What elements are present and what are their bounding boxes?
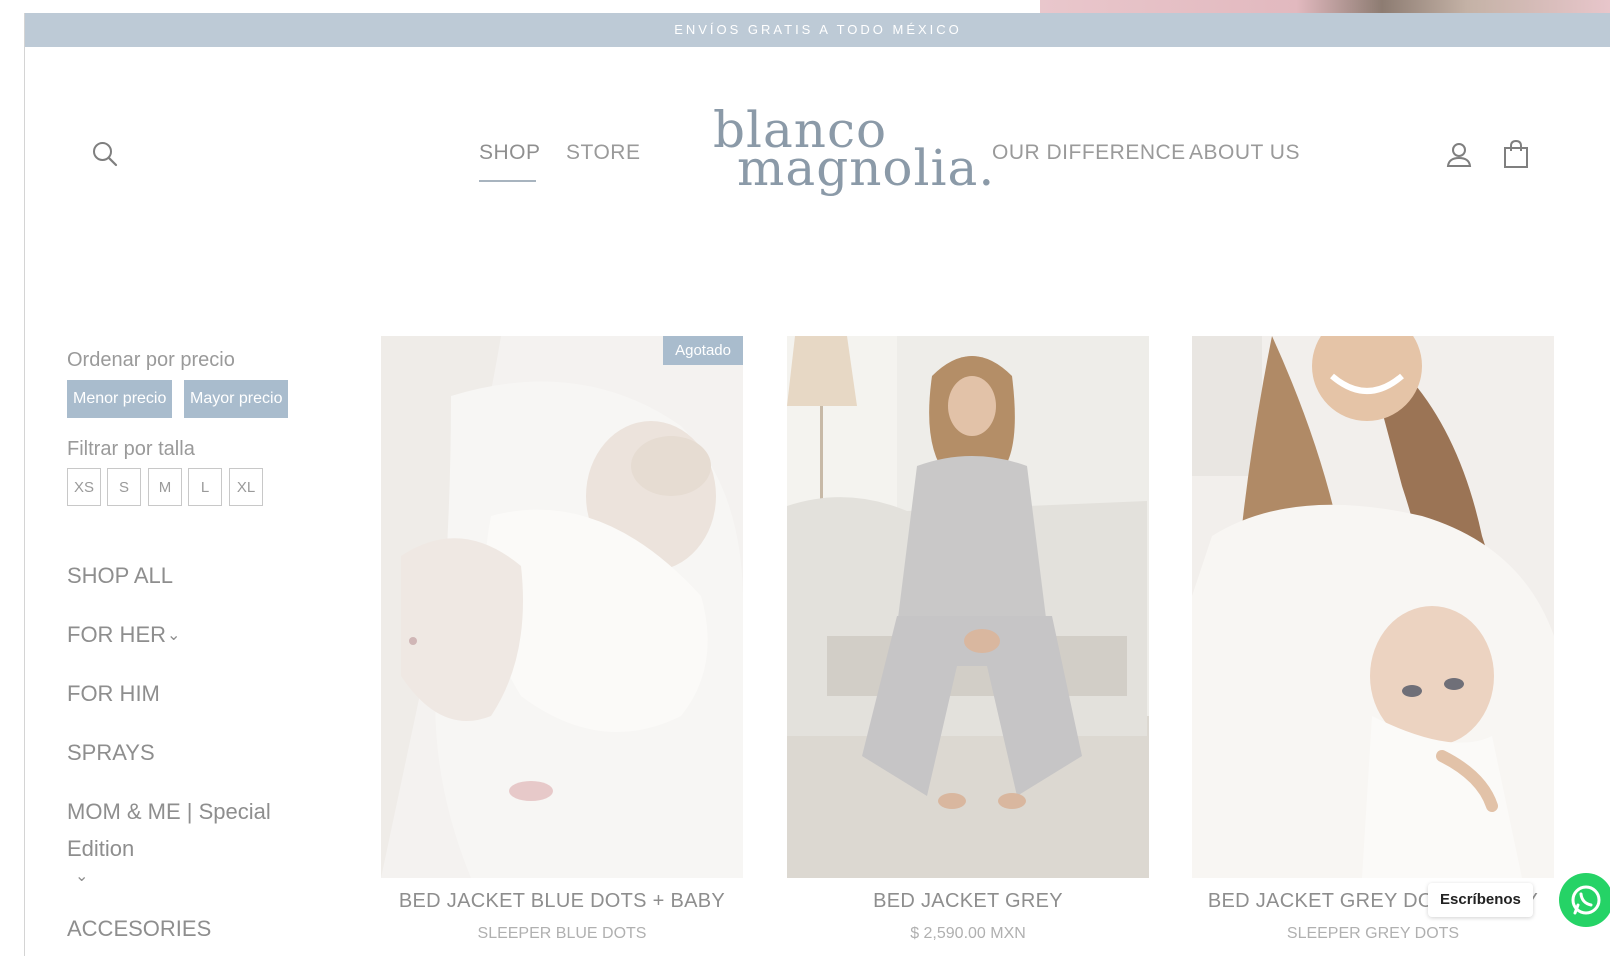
product-card-image-1[interactable]: Agotado bbox=[381, 336, 743, 878]
product-subtitle-1: SLEEPER BLUE DOTS bbox=[477, 925, 647, 942]
nav-store[interactable]: STORE bbox=[566, 141, 640, 165]
browser-page: ENVÍOS GRATIS A TODO MÉXICO SHOP STORE b… bbox=[24, 13, 1610, 956]
category-shop-all[interactable]: SHOP ALL bbox=[67, 563, 173, 589]
category-mom-and-me-line-2[interactable]: Edition bbox=[67, 836, 134, 862]
product-title-1[interactable]: BED JACKET BLUE DOTS + BABY bbox=[381, 890, 743, 913]
nav-about-us[interactable]: ABOUT US bbox=[1189, 141, 1300, 165]
product-photo-mother-baby-blue bbox=[381, 336, 743, 878]
size-m-button[interactable]: M bbox=[148, 468, 182, 506]
account-icon[interactable] bbox=[1445, 141, 1473, 169]
size-filter-label: Filtrar por talla bbox=[67, 438, 195, 460]
category-mom-and-me[interactable]: MOM & ME | Special bbox=[67, 799, 271, 825]
nav-our-difference[interactable]: OUR DIFFERENCE bbox=[992, 141, 1186, 165]
product-title-2[interactable]: BED JACKET GREY bbox=[787, 890, 1149, 913]
product-subtitle-3: SLEEPER GREY DOTS bbox=[1286, 925, 1460, 942]
sold-out-badge: Agotado bbox=[663, 336, 743, 365]
nav-shop[interactable]: SHOP bbox=[479, 141, 541, 165]
chevron-down-icon[interactable]: ⌄ bbox=[75, 866, 88, 886]
chat-prompt-bubble[interactable]: Escríbenos bbox=[1428, 883, 1533, 917]
sort-high-price-button[interactable]: Mayor precio bbox=[184, 380, 289, 418]
product-card-image-2[interactable] bbox=[787, 336, 1149, 878]
category-for-him[interactable]: FOR HIM bbox=[67, 681, 160, 707]
product-card-image-3[interactable] bbox=[1192, 336, 1554, 878]
whatsapp-button[interactable] bbox=[1559, 873, 1610, 927]
size-xs-button[interactable]: XS bbox=[67, 468, 101, 506]
background-window-peek bbox=[1040, 0, 1610, 13]
size-xl-button[interactable]: XL bbox=[229, 468, 263, 506]
search-icon[interactable] bbox=[91, 140, 119, 168]
announcement-bar: ENVÍOS GRATIS A TODO MÉXICO bbox=[25, 13, 1610, 47]
category-sprays[interactable]: SPRAYS bbox=[67, 740, 155, 766]
size-s-button[interactable]: S bbox=[107, 468, 141, 506]
category-for-her[interactable]: FOR HER bbox=[67, 622, 166, 648]
whatsapp-icon bbox=[1571, 885, 1601, 915]
category-accesories[interactable]: ACCESORIES bbox=[67, 916, 211, 942]
product-price-2: $ 2,590.00 MXN bbox=[910, 925, 1026, 942]
logo-line-2: magnolia. bbox=[737, 139, 996, 197]
nav-active-underline bbox=[479, 180, 536, 182]
chevron-down-icon[interactable]: ⌄ bbox=[167, 625, 180, 645]
sort-low-price-button[interactable]: Menor precio bbox=[67, 380, 173, 418]
product-photo-mother-baby-grey bbox=[1192, 336, 1554, 878]
announcement-text: ENVÍOS GRATIS A TODO MÉXICO bbox=[674, 22, 962, 37]
product-photo-woman-grey-pajamas bbox=[787, 336, 1149, 878]
cart-icon[interactable] bbox=[1501, 139, 1531, 169]
brand-logo[interactable]: blanco magnolia. bbox=[685, 101, 994, 221]
sort-label: Ordenar por precio bbox=[67, 349, 235, 371]
size-l-button[interactable]: L bbox=[188, 468, 222, 506]
